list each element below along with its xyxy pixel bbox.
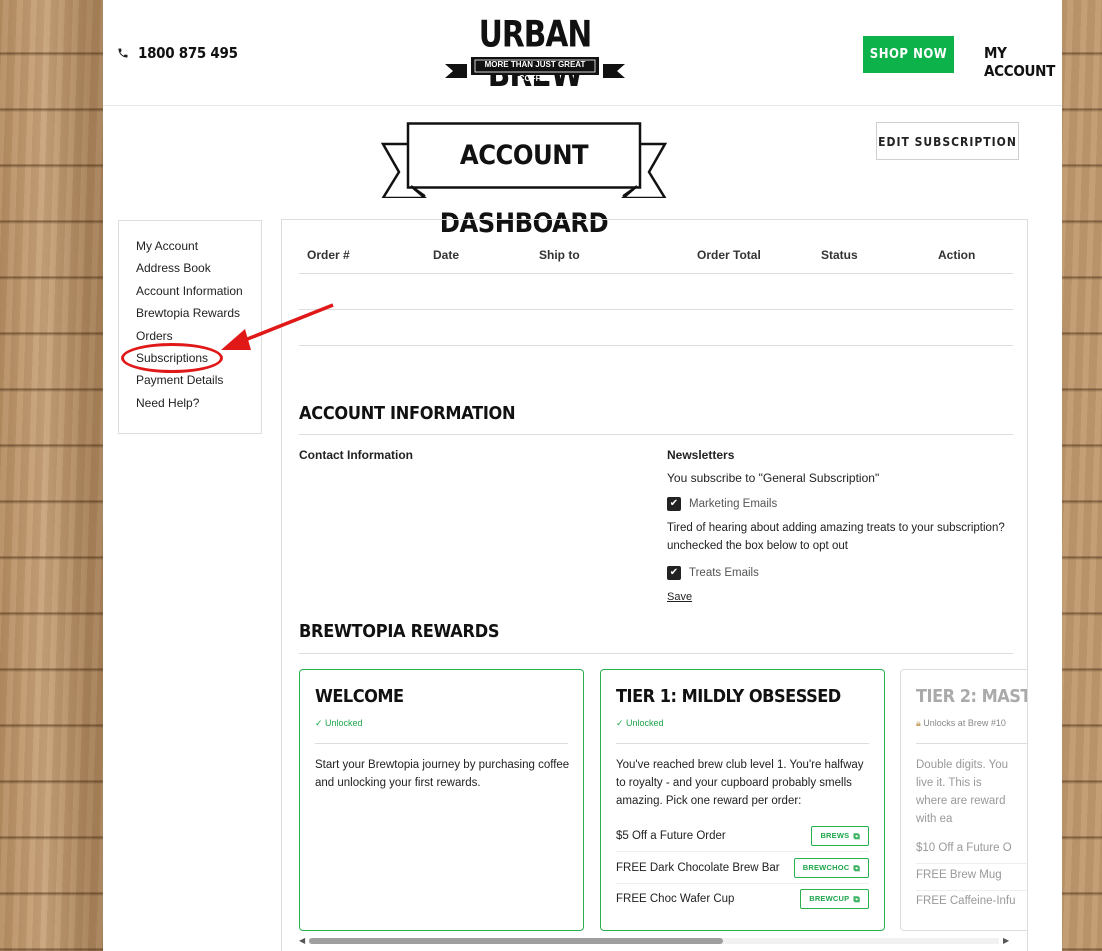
reward-card-description: Double digits. You live it. This is wher… bbox=[916, 759, 1009, 825]
unlocked-status: ✓ Unlocked bbox=[616, 718, 664, 728]
orders-table-header: Order # Date Ship to Order Total Status … bbox=[299, 244, 1013, 274]
reward-card-description: You've reached brew club level 1. You're… bbox=[616, 759, 864, 807]
copy-icon: ⧉ bbox=[853, 894, 860, 904]
copy-icon: ⧉ bbox=[853, 830, 860, 841]
reward-item-label: FREE Brew Mug bbox=[916, 868, 1002, 881]
contact-information-label: Contact Information bbox=[299, 448, 413, 462]
page: 1800 875 495 URBAN BREW MORE THAN JUST G… bbox=[103, 0, 1062, 951]
table-row bbox=[299, 310, 1013, 346]
reward-item-label: FREE Caffeine-Infu bbox=[916, 895, 1016, 907]
divider bbox=[299, 653, 1013, 654]
page-title-banner: ACCOUNT DASHBOARD bbox=[381, 122, 667, 239]
dashboard-main: Order # Date Ship to Order Total Status … bbox=[281, 219, 1028, 951]
copy-code-button[interactable]: BREWCHOC ⧉ bbox=[793, 857, 869, 878]
reward-code: BREWCUP bbox=[809, 894, 850, 903]
table-row bbox=[299, 274, 1013, 310]
col-status: Status bbox=[821, 248, 858, 262]
site-header: 1800 875 495 URBAN BREW MORE THAN JUST G… bbox=[103, 0, 1062, 106]
orders-table: Order # Date Ship to Order Total Status … bbox=[299, 244, 1013, 346]
scroll-right-icon[interactable]: ▶ bbox=[1003, 936, 1009, 945]
divider bbox=[315, 743, 568, 744]
phone-number: 1800 875 495 bbox=[138, 44, 238, 62]
sidebar-item-address-book[interactable]: Address Book bbox=[136, 259, 261, 281]
account-information-heading: ACCOUNT INFORMATION bbox=[299, 403, 516, 424]
reward-code: BREWCHOC bbox=[802, 862, 850, 872]
reward-card-title: WELCOME bbox=[315, 686, 404, 707]
edit-subscription-button[interactable]: EDIT SUBSCRIPTION bbox=[876, 122, 1019, 160]
reward-item: FREE Caffeine-Infu bbox=[916, 885, 1027, 917]
reward-item-label: FREE Dark Chocolate Brew Bar bbox=[616, 861, 780, 874]
reward-item: FREE Dark Chocolate Brew Bar BREWCHOC ⧉ bbox=[616, 852, 869, 884]
sidebar-item-payment-details[interactable]: Payment Details bbox=[136, 371, 261, 393]
reward-card-welcome: WELCOME ✓ Unlocked Start your Brewtopia … bbox=[299, 669, 584, 931]
locked-status-text: Unlocks at Brew #10 bbox=[923, 718, 1006, 728]
reward-item: $5 Off a Future Order BREWS ⧉ bbox=[616, 820, 869, 852]
col-ship-to: Ship to bbox=[539, 248, 580, 262]
reward-item-label: $5 Off a Future Order bbox=[616, 829, 726, 842]
newsletters-label: Newsletters bbox=[667, 448, 735, 462]
treats-prompt-line2: unchecked the box below to opt out bbox=[667, 540, 848, 552]
reward-card-tier-2: TIER 2: MASTER O 🔒︎ Unlocks at Brew #10 … bbox=[900, 669, 1027, 931]
col-action: Action bbox=[938, 248, 976, 262]
copy-code-button[interactable]: BREWS ⧉ bbox=[811, 825, 869, 846]
scroll-left-icon[interactable]: ◀ bbox=[299, 936, 305, 945]
shop-now-button[interactable]: SHOP NOW bbox=[863, 36, 954, 73]
col-order-total: Order Total bbox=[697, 248, 761, 262]
copy-icon: ⧉ bbox=[853, 862, 860, 873]
reward-card-tier-1: TIER 1: MILDLY OBSESSED ✓ Unlocked You'v… bbox=[600, 669, 885, 931]
my-account-link[interactable]: MY ACCOUNT bbox=[984, 44, 1062, 80]
scrollbar-thumb[interactable] bbox=[309, 938, 723, 944]
reward-item-label: FREE Choc Wafer Cup bbox=[616, 893, 735, 905]
treats-emails-checkbox[interactable]: ✔ bbox=[667, 566, 681, 580]
urban-brew-logo[interactable]: URBAN BREW MORE THAN JUST GREAT COFFEE bbox=[445, 14, 625, 93]
subscription-text: You subscribe to "General Subscription" bbox=[667, 471, 880, 485]
page-title: ACCOUNT DASHBOARD bbox=[439, 140, 609, 239]
divider bbox=[299, 434, 1013, 435]
annotation-arrow-icon bbox=[221, 303, 334, 350]
sidebar-item-need-help[interactable]: Need Help? bbox=[136, 394, 261, 416]
reward-item: FREE Choc Wafer Cup BREWCUP ⧉ bbox=[616, 883, 869, 915]
reward-card-title: TIER 2: MASTER O bbox=[916, 686, 1027, 707]
reward-code: BREWS bbox=[820, 830, 850, 840]
reward-card-description: Start your Brewtopia journey by purchasi… bbox=[315, 759, 570, 789]
phone-contact[interactable]: 1800 875 495 bbox=[117, 44, 238, 62]
col-date: Date bbox=[433, 248, 460, 262]
checkmark-icon: ✔ bbox=[669, 567, 679, 578]
save-link[interactable]: Save bbox=[667, 591, 692, 603]
phone-icon bbox=[118, 48, 128, 58]
annotation-circle bbox=[121, 343, 223, 373]
divider bbox=[916, 743, 1027, 744]
marketing-emails-label: Marketing Emails bbox=[689, 498, 778, 510]
sidebar-item-my-account[interactable]: My Account bbox=[136, 237, 261, 259]
logo-tagline: MORE THAN JUST GREAT COFFEE bbox=[484, 60, 586, 83]
locked-status: 🔒︎ Unlocks at Brew #10 bbox=[916, 718, 1006, 729]
copy-code-button[interactable]: BREWCUP ⧉ bbox=[800, 889, 869, 909]
marketing-emails-checkbox[interactable]: ✔ bbox=[667, 497, 681, 511]
treats-prompt-line1: Tired of hearing about adding amazing tr… bbox=[667, 522, 1005, 534]
col-order-number: Order # bbox=[307, 248, 350, 262]
reward-card-title: TIER 1: MILDLY OBSESSED bbox=[616, 686, 841, 707]
unlocked-status: ✓ Unlocked bbox=[315, 718, 363, 728]
treats-emails-label: Treats Emails bbox=[689, 567, 759, 579]
reward-item-label: $10 Off a Future O bbox=[916, 841, 1012, 854]
rewards-horizontal-scrollbar[interactable]: ◀ ▶ bbox=[297, 934, 1013, 948]
checkmark-icon: ✔ bbox=[669, 498, 679, 509]
divider bbox=[616, 743, 869, 744]
brewtopia-rewards-heading: BREWTOPIA REWARDS bbox=[299, 621, 500, 642]
